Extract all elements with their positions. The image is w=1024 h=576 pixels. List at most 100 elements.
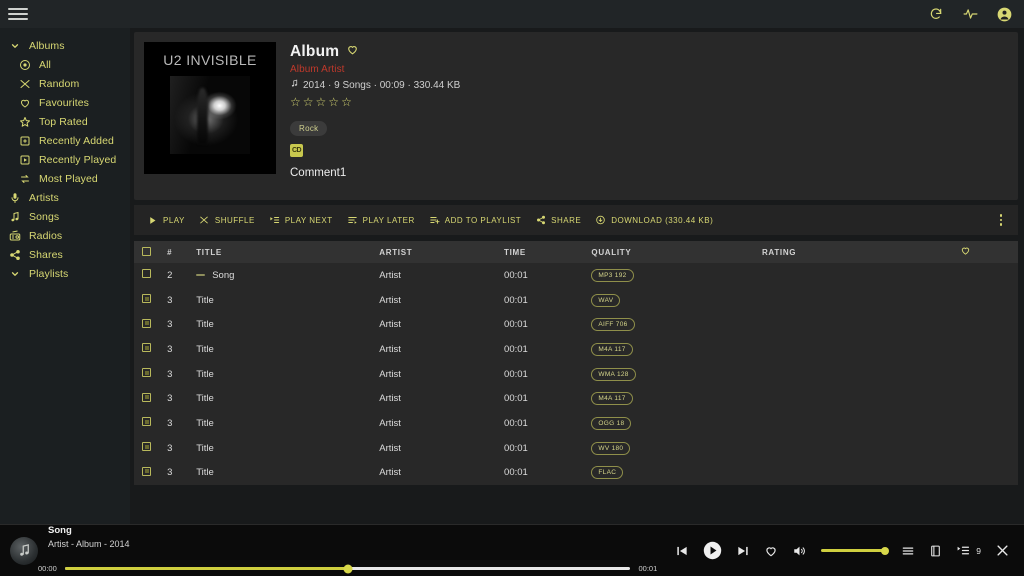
star-icon[interactable]: ☆ bbox=[303, 95, 314, 109]
row-favourite[interactable] bbox=[955, 263, 1018, 288]
sidebar-item-most-played[interactable]: Most Played bbox=[0, 169, 130, 188]
row-favourite[interactable] bbox=[955, 386, 1018, 412]
list-icon[interactable] bbox=[901, 544, 915, 558]
table-row[interactable]: 3 Title Artist 00:01 OGG 18 bbox=[134, 411, 1018, 436]
row-title: Title bbox=[196, 319, 214, 331]
column-header-artist[interactable]: ARTIST bbox=[375, 241, 501, 263]
add-to-playlist-button[interactable]: ADD TO PLAYLIST bbox=[422, 211, 528, 230]
row-rating[interactable] bbox=[757, 460, 956, 486]
shuffle-button[interactable]: SHUFFLE bbox=[192, 211, 262, 230]
row-favourite[interactable] bbox=[955, 337, 1018, 362]
row-checkbox[interactable] bbox=[142, 442, 151, 452]
row-rating[interactable] bbox=[757, 386, 956, 412]
user-avatar-icon[interactable] bbox=[996, 6, 1012, 22]
row-favourite[interactable] bbox=[955, 411, 1018, 436]
kebab-menu-icon[interactable] bbox=[994, 210, 1009, 230]
play-next-button[interactable]: PLAY NEXT bbox=[262, 211, 340, 230]
sidebar-item-playlists[interactable]: Playlists bbox=[0, 264, 130, 283]
player-seek-slider[interactable] bbox=[64, 564, 631, 573]
sidebar-item-all[interactable]: All bbox=[0, 55, 130, 74]
column-header-number[interactable]: # bbox=[163, 241, 193, 263]
row-quality-cell: MP3 192 bbox=[587, 263, 758, 288]
player-seek-handle[interactable] bbox=[343, 564, 353, 573]
media-type-badge[interactable]: CD bbox=[290, 144, 303, 157]
playlist-icon[interactable] bbox=[956, 544, 970, 557]
genre-tag[interactable]: Rock bbox=[290, 121, 328, 136]
sidebar-item-recently-added[interactable]: Recently Added bbox=[0, 131, 130, 150]
column-header-rating[interactable]: RATING bbox=[757, 241, 956, 263]
table-row[interactable]: 3 Title Artist 00:01 WMA 128 bbox=[134, 361, 1018, 387]
music-note-icon bbox=[8, 210, 21, 223]
row-checkbox[interactable] bbox=[142, 466, 151, 476]
heart-icon[interactable] bbox=[764, 544, 778, 558]
row-rating[interactable] bbox=[757, 435, 956, 461]
row-checkbox[interactable] bbox=[142, 343, 151, 353]
refresh-icon[interactable] bbox=[928, 6, 944, 22]
top-bar-actions bbox=[928, 6, 1012, 22]
skip-next-icon[interactable] bbox=[736, 544, 750, 558]
row-checkbox[interactable] bbox=[142, 417, 151, 427]
select-all-checkbox[interactable] bbox=[142, 246, 151, 256]
row-favourite[interactable] bbox=[955, 312, 1018, 338]
star-icon[interactable]: ☆ bbox=[316, 95, 327, 109]
row-rating[interactable] bbox=[757, 287, 956, 313]
table-row[interactable]: 2 Song Artist 00:01 MP3 192 bbox=[134, 263, 1018, 288]
table-row[interactable]: 3 Title Artist 00:01 M4A 117 bbox=[134, 337, 1018, 362]
star-icon[interactable]: ☆ bbox=[341, 95, 352, 109]
heart-icon[interactable] bbox=[346, 43, 359, 61]
table-row[interactable]: 3 Title Artist 00:01 AIFF 706 bbox=[134, 312, 1018, 338]
table-row[interactable]: 3 Title Artist 00:01 FLAC bbox=[134, 460, 1018, 486]
row-rating[interactable] bbox=[757, 263, 956, 288]
volume-slider-handle[interactable] bbox=[881, 546, 890, 555]
skip-previous-icon[interactable] bbox=[675, 544, 689, 558]
sidebar-item-shares[interactable]: Shares bbox=[0, 245, 130, 264]
sidebar-item-artists[interactable]: Artists bbox=[0, 188, 130, 207]
star-icon[interactable]: ☆ bbox=[328, 95, 339, 109]
row-favourite[interactable] bbox=[955, 361, 1018, 387]
sidebar-item-albums[interactable]: Albums bbox=[0, 36, 130, 55]
album-artist-link[interactable]: Album Artist bbox=[290, 64, 1008, 75]
row-rating[interactable] bbox=[757, 337, 956, 362]
play-later-button[interactable]: PLAY LATER bbox=[340, 211, 422, 230]
row-checkbox[interactable] bbox=[142, 269, 151, 279]
row-title-cell: Title bbox=[192, 287, 376, 313]
row-quality-cell: WV 180 bbox=[587, 435, 758, 461]
play-button[interactable]: PLAY bbox=[140, 211, 192, 230]
column-header-favourite[interactable] bbox=[955, 241, 1018, 263]
play-circle-icon[interactable] bbox=[703, 541, 722, 560]
row-checkbox[interactable] bbox=[142, 294, 151, 304]
player-album-thumbnail[interactable] bbox=[10, 536, 38, 565]
close-icon[interactable] bbox=[995, 543, 1010, 558]
sidebar-item-random[interactable]: Random bbox=[0, 74, 130, 93]
sidebar-item-recently-played[interactable]: Recently Played bbox=[0, 150, 130, 169]
share-button[interactable]: SHARE bbox=[528, 211, 588, 230]
row-checkbox[interactable] bbox=[142, 368, 151, 378]
row-favourite[interactable] bbox=[955, 435, 1018, 461]
sidebar-item-songs[interactable]: Songs bbox=[0, 207, 130, 226]
row-rating[interactable] bbox=[757, 312, 956, 338]
row-checkbox[interactable] bbox=[142, 392, 151, 402]
volume-slider[interactable] bbox=[821, 546, 890, 555]
table-row[interactable]: 3 Title Artist 00:01 M4A 117 bbox=[134, 386, 1018, 412]
hamburger-icon[interactable] bbox=[8, 6, 28, 22]
column-header-time[interactable]: TIME bbox=[500, 241, 588, 263]
row-favourite[interactable] bbox=[955, 287, 1018, 313]
column-header-quality[interactable]: QUALITY bbox=[587, 241, 758, 263]
row-checkbox[interactable] bbox=[142, 318, 151, 328]
activity-icon[interactable] bbox=[962, 6, 978, 22]
download-button[interactable]: DOWNLOAD (330.44 KB) bbox=[588, 211, 720, 230]
row-favourite[interactable] bbox=[955, 460, 1018, 486]
table-row[interactable]: 3 Title Artist 00:01 WAV bbox=[134, 287, 1018, 313]
album-cover-art[interactable]: U2 INVISIBLE bbox=[144, 42, 276, 174]
volume-icon[interactable] bbox=[792, 544, 807, 558]
album-rating-stars[interactable]: ☆ ☆ ☆ ☆ ☆ bbox=[290, 95, 1008, 109]
column-header-title[interactable]: TITLE bbox=[192, 241, 376, 263]
row-rating[interactable] bbox=[757, 361, 956, 387]
book-icon[interactable] bbox=[929, 544, 942, 558]
table-row[interactable]: 3 Title Artist 00:01 WV 180 bbox=[134, 435, 1018, 461]
sidebar-item-radios[interactable]: Radios bbox=[0, 226, 130, 245]
sidebar-item-favourites[interactable]: Favourites bbox=[0, 93, 130, 112]
sidebar-item-top-rated[interactable]: Top Rated bbox=[0, 112, 130, 131]
star-icon[interactable]: ☆ bbox=[290, 95, 301, 109]
row-rating[interactable] bbox=[757, 411, 956, 436]
